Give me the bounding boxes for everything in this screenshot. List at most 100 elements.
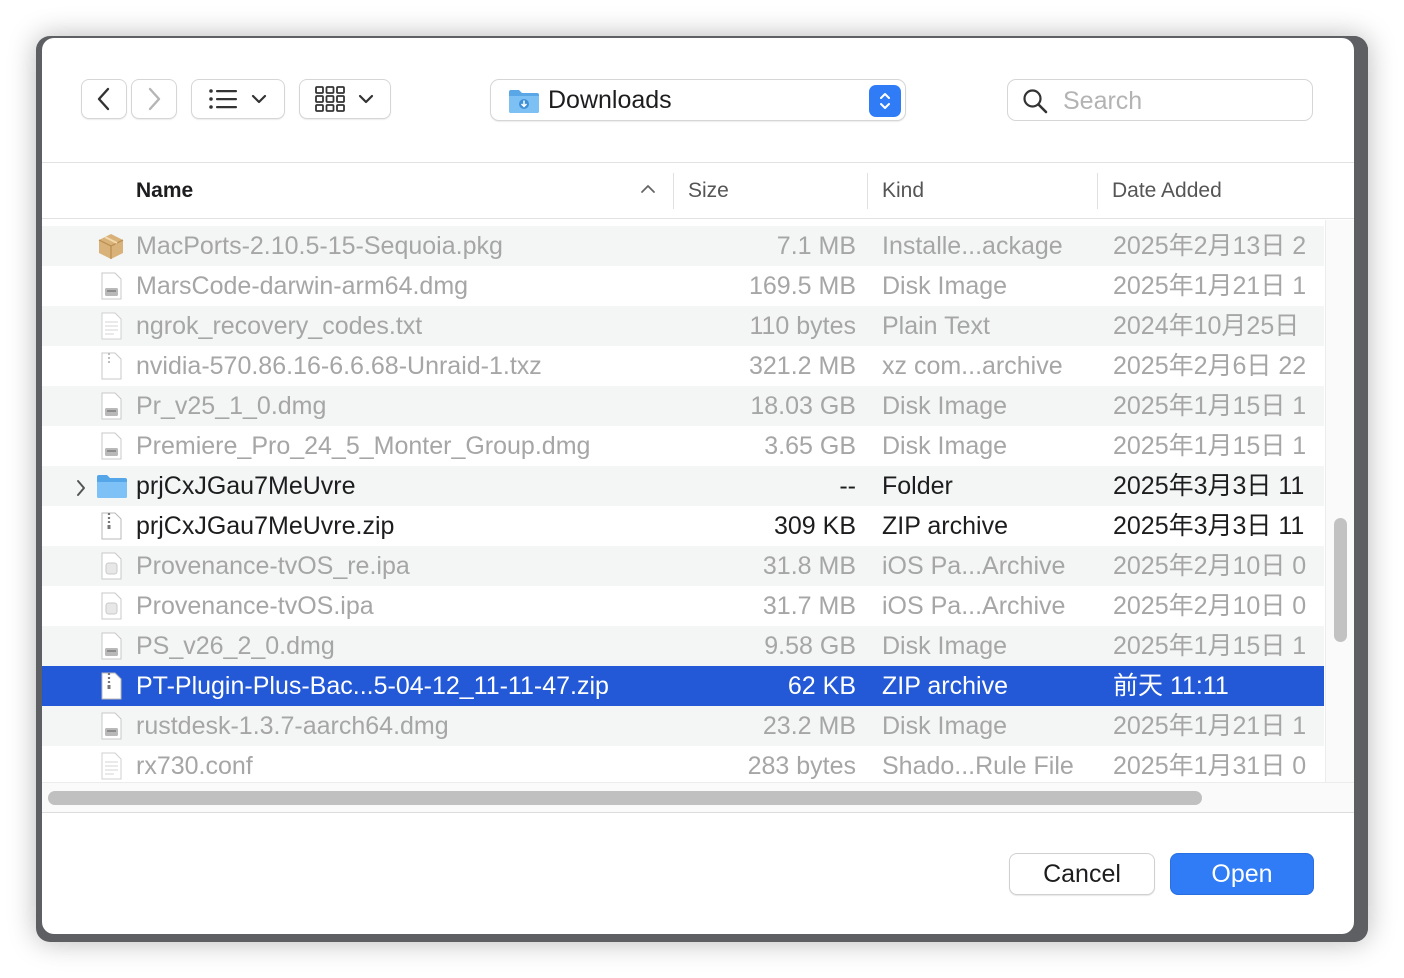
location-label: Downloads [548, 86, 672, 114]
disclosure-triangle-icon[interactable] [75, 476, 87, 505]
downloads-folder-icon [509, 90, 539, 113]
chevron-left-icon [97, 87, 110, 111]
open-file-dialog: Downloads Name Size Kind Date Added MacP… [42, 38, 1354, 934]
file-row[interactable]: rustdesk-1.3.7-aarch64.dmg 23.2 MB Disk Im… [42, 706, 1324, 746]
file-size: 309 KB [773, 512, 856, 540]
file-size: 31.8 MB [762, 552, 856, 580]
column-separator[interactable] [673, 173, 674, 209]
vertical-scrollbar-thumb[interactable] [1334, 518, 1347, 642]
file-date-added: 2025年1月15日 1 [1113, 432, 1307, 460]
disk-image-icon [96, 631, 126, 668]
file-name: nvidia-570.86.16-6.6.68-Unraid-1.txz [136, 352, 542, 380]
file-name: ngrok_recovery_codes.txt [136, 312, 423, 340]
ipa-icon [96, 591, 126, 628]
horizontal-scrollbar-thumb[interactable] [48, 791, 1202, 805]
file-kind: Folder [882, 472, 953, 500]
file-kind: Disk Image [882, 432, 1008, 460]
column-separator[interactable] [1097, 173, 1098, 209]
list-view-button[interactable] [191, 79, 285, 119]
folder-icon [96, 472, 128, 507]
disk-image-icon [96, 431, 126, 468]
file-date-added: 2025年1月31日 0 [1113, 752, 1307, 780]
file-size: 31.7 MB [762, 592, 856, 620]
file-date-added: 2025年2月13日 2 [1113, 232, 1307, 260]
file-row[interactable]: MarsCode-darwin-arm64.dmg 169.5 MB Disk Im… [42, 266, 1324, 306]
file-row[interactable]: prjCxJGau7MeUvre -- Folder 2025年3月3日 11 [42, 466, 1324, 506]
file-name: MarsCode-darwin-arm64.dmg [136, 272, 469, 300]
location-popup[interactable]: Downloads [490, 79, 906, 121]
file-row[interactable]: ngrok_recovery_codes.txt 110 bytes Plain T… [42, 306, 1324, 346]
file-kind: Plain Text [882, 312, 990, 340]
file-row[interactable]: Pr_v25_1_0.dmg 18.03 GB Disk Image 2025年1月1… [42, 386, 1324, 426]
file-kind: Installe...ackage [882, 232, 1063, 260]
file-name: rustdesk-1.3.7-aarch64.dmg [136, 712, 449, 740]
file-name: prjCxJGau7MeUvre.zip [136, 512, 395, 540]
file-name: Provenance-tvOS.ipa [136, 592, 374, 620]
file-size: 7.1 MB [776, 232, 856, 260]
search-input[interactable] [1061, 86, 1305, 116]
back-button[interactable] [81, 79, 127, 119]
file-kind: ZIP archive [882, 672, 1008, 700]
sort-ascending-icon [641, 185, 655, 193]
up-down-chevron-icon [880, 93, 890, 109]
file-kind: iOS Pa...Archive [882, 592, 1066, 620]
file-date-added: 2025年1月15日 1 [1113, 392, 1307, 420]
grid-view-icon [315, 86, 345, 112]
file-kind: Disk Image [882, 392, 1008, 420]
file-date-added: 2025年2月10日 0 [1113, 552, 1307, 580]
file-row[interactable]: rx730.conf 283 bytes Shado...Rule File 2025… [42, 746, 1324, 782]
cancel-button[interactable]: Cancel [1009, 853, 1155, 895]
file-size: 3.65 GB [764, 432, 856, 460]
file-size: 62 KB [787, 672, 856, 700]
chevron-right-icon [148, 87, 161, 111]
file-name: Premiere_Pro_24_5_Monter_Group.dmg [136, 432, 591, 460]
column-header: Name Size Kind Date Added [42, 163, 1354, 219]
package-icon [96, 231, 126, 268]
file-size: 23.2 MB [762, 712, 856, 740]
file-list: MacPorts-2.10.5-15-Sequoia.pkg 7.1 MB Inst… [42, 220, 1324, 782]
location-stepper[interactable] [869, 85, 901, 117]
file-date-added: 2025年2月10日 0 [1113, 592, 1307, 620]
file-row[interactable]: nvidia-570.86.16-6.6.68-Unraid-1.txz 321.… [42, 346, 1324, 386]
background-window-edge [1354, 36, 1368, 942]
column-header-date-added[interactable]: Date Added [1112, 163, 1222, 218]
file-row[interactable]: Provenance-tvOS.ipa 31.7 MB iOS Pa...Archi… [42, 586, 1324, 626]
file-row[interactable]: Provenance-tvOS_re.ipa 31.8 MB iOS Pa...Ar… [42, 546, 1324, 586]
column-header-name[interactable]: Name [136, 163, 193, 218]
grid-view-button[interactable] [299, 79, 391, 119]
file-date-added: 前天 11:11 [1113, 672, 1229, 700]
disk-image-icon [96, 271, 126, 308]
file-name: Pr_v25_1_0.dmg [136, 392, 327, 420]
file-row[interactable]: Premiere_Pro_24_5_Monter_Group.dmg 3.65 G… [42, 426, 1324, 466]
chevron-down-icon [251, 94, 267, 104]
file-row-selected[interactable]: PT-Plugin-Plus-Bac...5-04-12_11-11-47.zi… [42, 666, 1324, 706]
text-file-icon [96, 311, 126, 348]
file-name: MacPorts-2.10.5-15-Sequoia.pkg [136, 232, 503, 260]
file-name: PS_v26_2_0.dmg [136, 632, 335, 660]
file-date-added: 2025年1月21日 1 [1113, 712, 1307, 740]
text-file-icon [96, 751, 126, 782]
column-separator[interactable] [867, 173, 868, 209]
file-date-added: 2025年3月3日 11 [1113, 472, 1305, 500]
file-size: 110 bytes [749, 312, 856, 340]
search-field[interactable] [1007, 79, 1313, 121]
file-date-added: 2025年1月21日 1 [1113, 272, 1307, 300]
open-button[interactable]: Open [1170, 853, 1314, 895]
file-kind: Disk Image [882, 712, 1008, 740]
disk-image-icon [96, 711, 126, 748]
disk-image-icon [96, 391, 126, 428]
column-header-kind[interactable]: Kind [882, 163, 924, 218]
zip-icon [96, 511, 126, 548]
file-row[interactable]: prjCxJGau7MeUvre.zip 309 KB ZIP archive 202… [42, 506, 1324, 546]
file-size: 18.03 GB [750, 392, 856, 420]
search-icon [1023, 89, 1048, 114]
file-row[interactable]: MacPorts-2.10.5-15-Sequoia.pkg 7.1 MB Inst… [42, 226, 1324, 266]
archive-icon [96, 351, 126, 388]
vertical-scroll-track[interactable] [1325, 220, 1354, 782]
file-row[interactable]: PS_v26_2_0.dmg 9.58 GB Disk Image 2025年1月15… [42, 626, 1324, 666]
forward-button[interactable] [131, 79, 177, 119]
file-size: 283 bytes [747, 752, 856, 780]
column-header-size[interactable]: Size [688, 163, 729, 218]
file-row-partial[interactable] [42, 220, 1324, 226]
file-kind: xz com...archive [882, 352, 1063, 380]
